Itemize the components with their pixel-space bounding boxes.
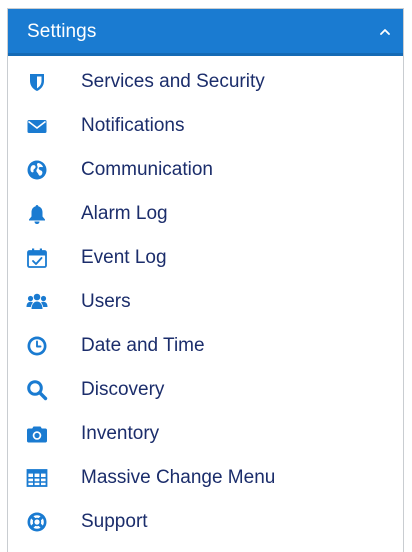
menu-item-label: Inventory [81,423,160,444]
globe-icon [26,159,48,181]
camera-icon [26,423,48,445]
menu-item-label: Support [81,511,148,532]
menu-item-inventory[interactable]: Inventory [8,412,403,456]
menu-item-label: Massive Change Menu [81,467,276,488]
menu-item-discovery[interactable]: Discovery [8,368,403,412]
menu-item-users[interactable]: Users [8,280,403,324]
menu-item-services-and-security[interactable]: Services and Security [8,60,403,104]
calendar-check-icon [26,247,48,269]
menu-item-label: Event Log [81,247,167,268]
menu-item-label: Date and Time [81,335,205,356]
life-ring-icon [26,511,48,533]
menu-item-massive-change-menu[interactable]: Massive Change Menu [8,456,403,500]
table-icon [26,467,48,489]
menu-item-label: Alarm Log [81,203,168,224]
menu-item-date-and-time[interactable]: Date and Time [8,324,403,368]
menu-item-label: Notifications [81,115,185,136]
search-icon [26,379,48,401]
menu-item-communication[interactable]: Communication [8,148,403,192]
menu-item-support[interactable]: Support [8,500,403,544]
menu-item-alarm-log[interactable]: Alarm Log [8,192,403,236]
settings-panel: Settings Services and Security Notificat… [7,8,404,552]
menu-item-label: Users [81,291,131,312]
menu-item-label: Discovery [81,379,165,400]
menu-item-label: Communication [81,159,213,180]
users-icon [26,291,48,313]
chevron-up-icon[interactable] [377,24,393,40]
menu-item-notifications[interactable]: Notifications [8,104,403,148]
clock-icon [26,335,48,357]
shield-icon [26,71,48,93]
settings-header[interactable]: Settings [8,9,403,56]
menu-item-event-log[interactable]: Event Log [8,236,403,280]
bell-icon [26,203,48,225]
settings-title: Settings [27,21,97,42]
menu-item-label: Services and Security [81,71,265,92]
envelope-icon [26,115,48,137]
